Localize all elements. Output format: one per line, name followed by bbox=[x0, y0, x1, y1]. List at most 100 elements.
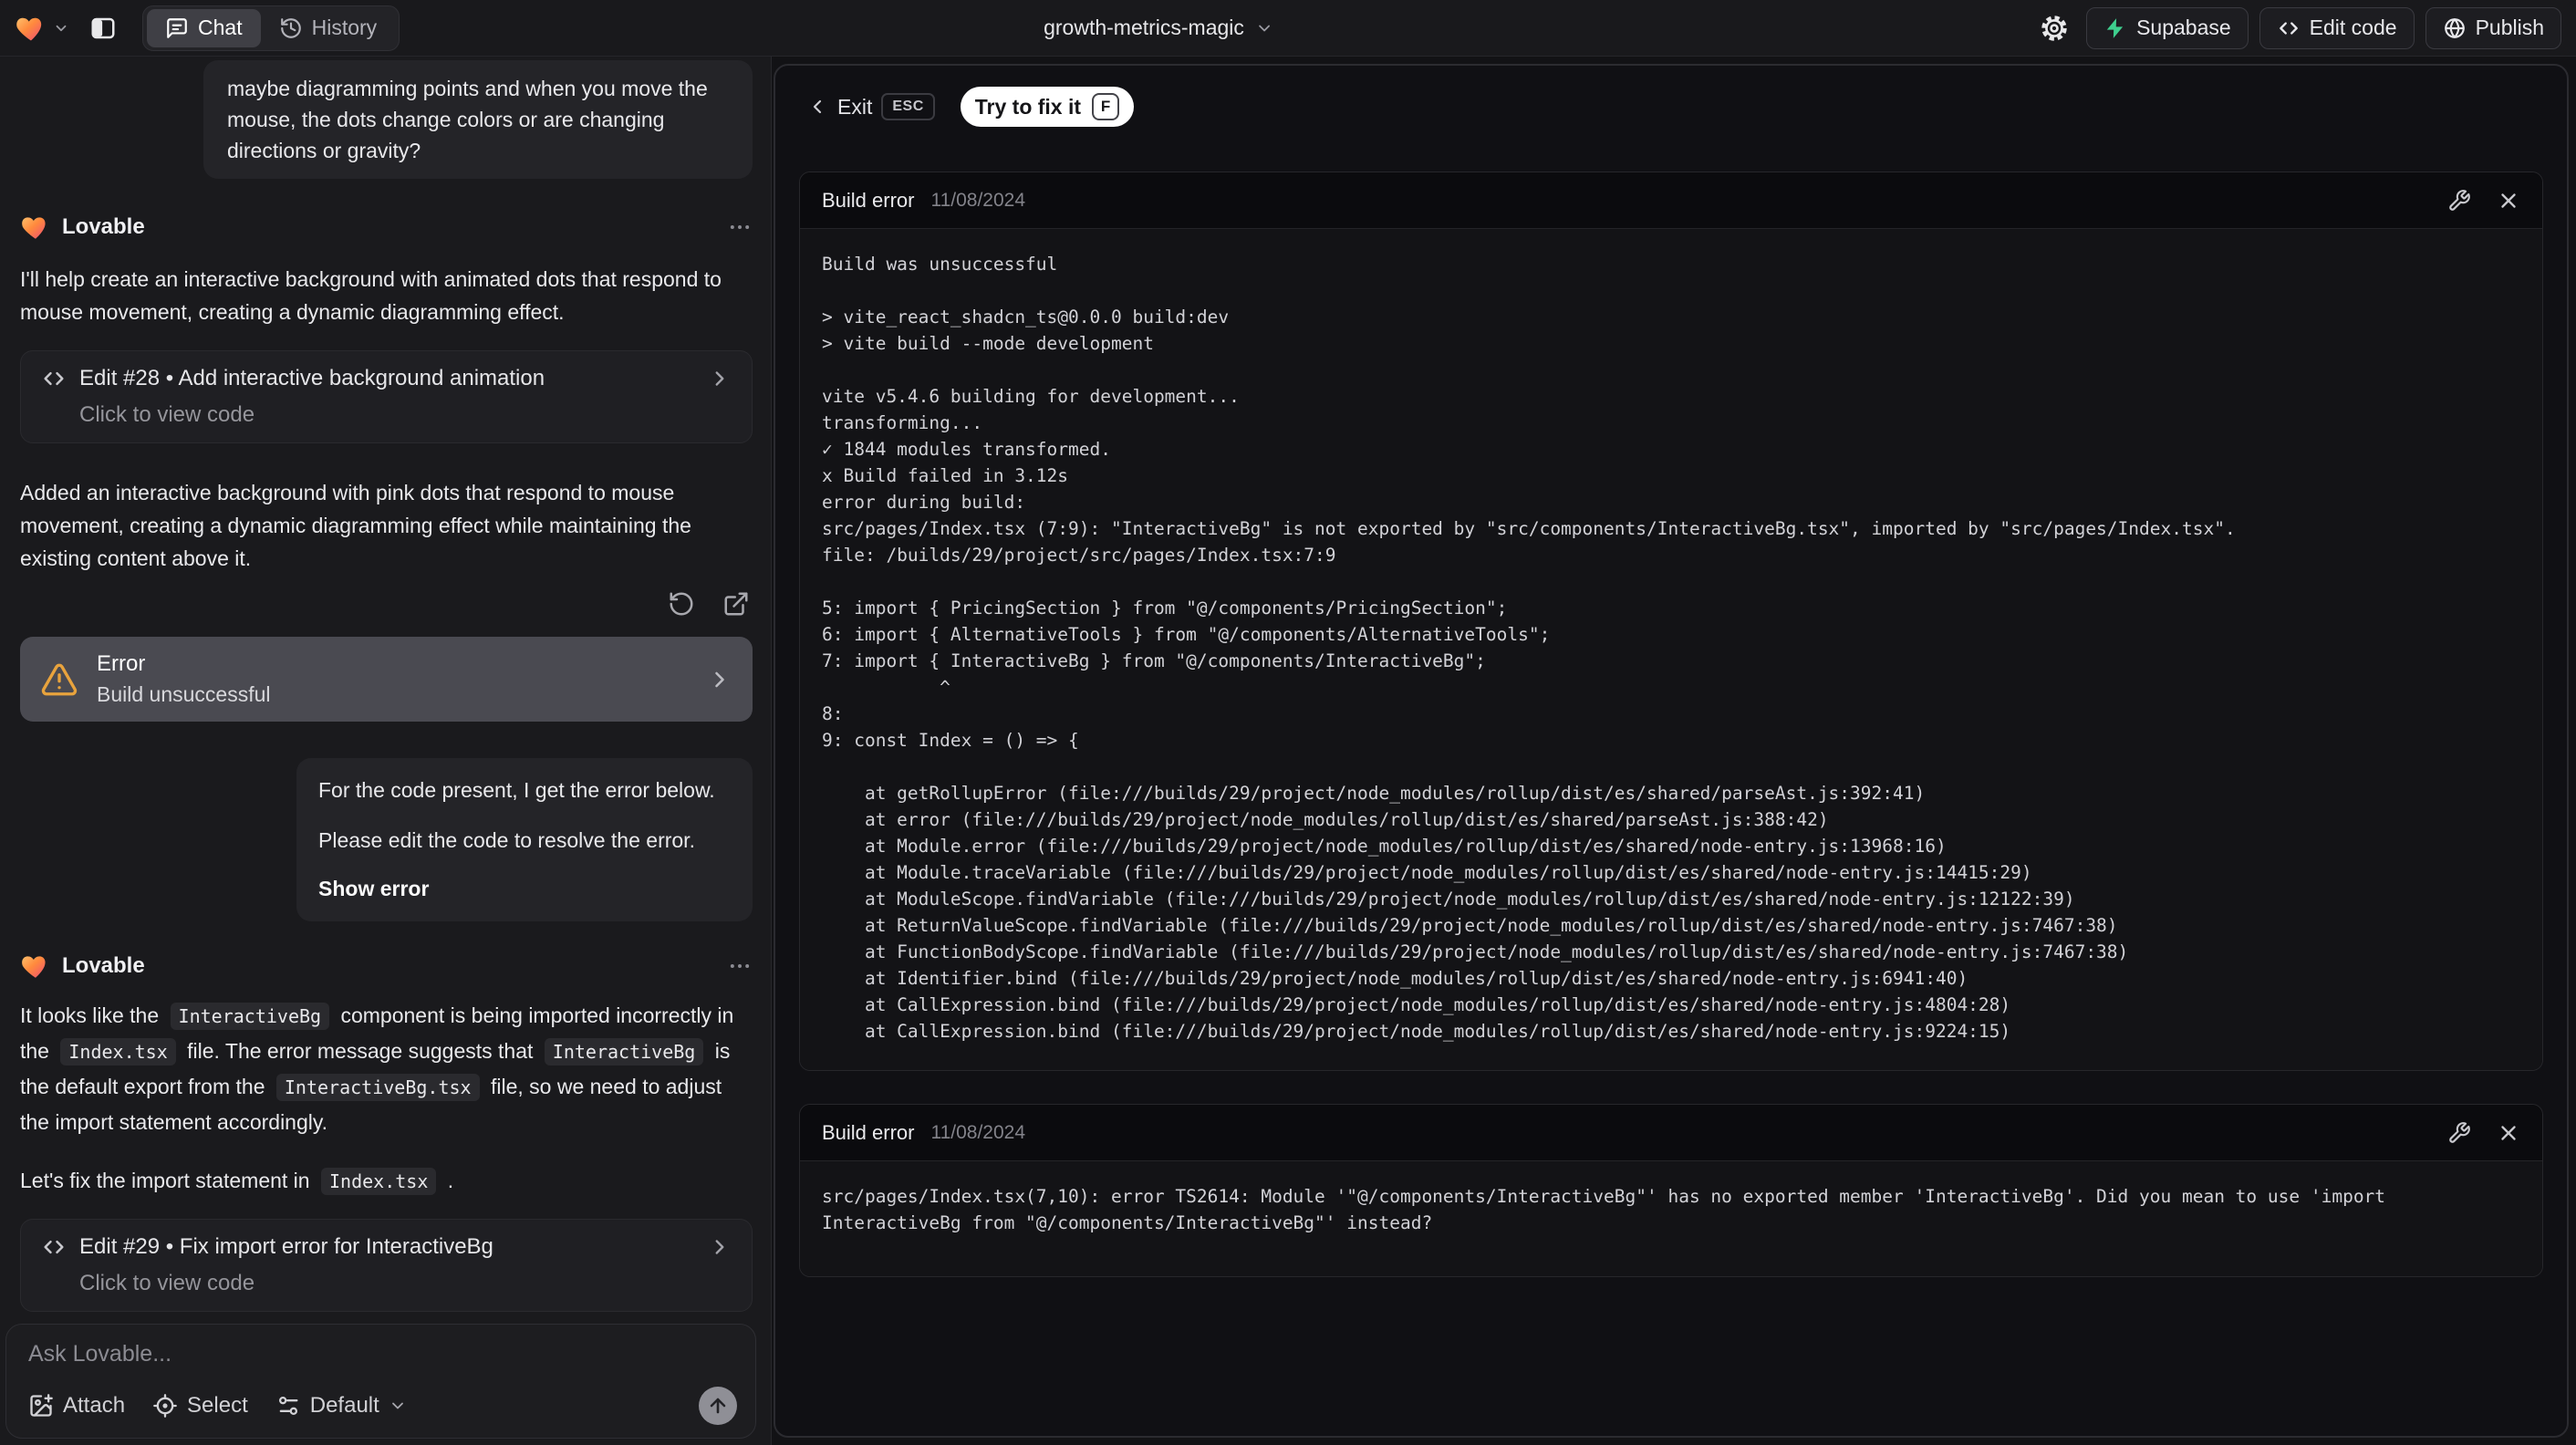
close-icon[interactable] bbox=[2497, 189, 2520, 213]
exit-button[interactable]: Exit ESC bbox=[806, 93, 935, 120]
select-button-label: Select bbox=[187, 1393, 248, 1418]
close-icon[interactable] bbox=[2497, 1121, 2520, 1145]
user-message-text: maybe diagramming points and when you mo… bbox=[227, 77, 708, 162]
tab-chat[interactable]: Chat bbox=[147, 8, 261, 47]
lovable-heart-icon bbox=[15, 12, 47, 45]
chevron-right-icon bbox=[708, 1235, 732, 1259]
assistant-diagnosis-text: It looks like the InteractiveBg componen… bbox=[20, 1003, 734, 1134]
assistant-fix-text: Let's fix the import statement in Index.… bbox=[20, 1163, 753, 1199]
publish-button-label: Publish bbox=[2475, 16, 2544, 39]
user-message: For the code present, I get the error be… bbox=[296, 758, 753, 921]
show-error-link[interactable]: Show error bbox=[318, 875, 731, 903]
supabase-bolt-icon bbox=[2103, 16, 2127, 40]
chat-scroll-area[interactable]: maybe diagramming points and when you mo… bbox=[0, 57, 771, 1312]
exit-button-label: Exit bbox=[837, 94, 873, 119]
build-error-panel: Build error 11/08/2024 Build was unsucce… bbox=[799, 172, 2543, 1071]
edit-code-button-label: Edit code bbox=[2309, 16, 2397, 39]
history-clock-icon bbox=[279, 16, 303, 40]
project-switcher[interactable]: growth-metrics-magic bbox=[1044, 16, 1273, 40]
panel-date: 11/08/2024 bbox=[930, 189, 1026, 211]
chevron-right-icon bbox=[707, 667, 732, 692]
mode-dropdown[interactable]: Default bbox=[275, 1393, 407, 1419]
mode-dropdown-label: Default bbox=[309, 1393, 379, 1418]
build-error-card[interactable]: Error Build unsuccessful bbox=[20, 637, 753, 722]
tab-chat-label: Chat bbox=[198, 16, 243, 39]
panel-date: 11/08/2024 bbox=[930, 1121, 1026, 1143]
chevron-down-icon bbox=[1255, 19, 1273, 37]
project-name: growth-metrics-magic bbox=[1044, 16, 1244, 39]
chat-panel: maybe diagramming points and when you mo… bbox=[0, 57, 772, 1445]
restore-button[interactable] bbox=[665, 587, 698, 620]
arrow-up-icon bbox=[707, 1395, 729, 1417]
image-plus-icon bbox=[28, 1393, 54, 1419]
build-error-panel: Build error 11/08/2024 src/pages/Index.t… bbox=[799, 1104, 2543, 1277]
lovable-logo-menu[interactable] bbox=[15, 12, 69, 45]
edit-code-button[interactable]: Edit code bbox=[2259, 6, 2415, 49]
sliders-icon bbox=[275, 1393, 301, 1419]
inline-code-chip: Index.tsx bbox=[320, 1168, 437, 1195]
target-select-icon bbox=[152, 1393, 178, 1419]
refresh-icon bbox=[668, 590, 695, 618]
user-message: maybe diagramming points and when you mo… bbox=[203, 60, 753, 179]
error-card-subtitle: Build unsuccessful bbox=[97, 682, 271, 706]
supabase-button[interactable]: Supabase bbox=[2086, 6, 2249, 49]
chat-input-box[interactable]: Ask Lovable... Attach Select Default bbox=[5, 1324, 756, 1439]
lovable-heart-icon bbox=[20, 212, 51, 243]
tab-history[interactable]: History bbox=[261, 9, 396, 47]
sidebar-toggle-button[interactable] bbox=[82, 7, 124, 49]
open-external-icon bbox=[722, 590, 750, 618]
preview-error-overlay: Exit ESC Try to fix it F Build error 11/… bbox=[774, 64, 2569, 1438]
user-message-text: Please edit the code to resolve the erro… bbox=[318, 828, 695, 852]
build-error-log[interactable]: src/pages/Index.tsx(7,10): error TS2614:… bbox=[800, 1161, 2542, 1276]
send-button[interactable] bbox=[699, 1387, 737, 1425]
publish-button[interactable]: Publish bbox=[2425, 6, 2561, 49]
wrench-icon[interactable] bbox=[2447, 1121, 2471, 1145]
topbar: Chat History growth-metrics-magic Supaba… bbox=[0, 0, 2576, 57]
build-error-panel-header: Build error 11/08/2024 bbox=[800, 172, 2542, 229]
inline-code-chip: InteractiveBg bbox=[544, 1038, 704, 1066]
settings-button[interactable] bbox=[2033, 7, 2075, 49]
gear-icon bbox=[2040, 14, 2069, 43]
globe-icon bbox=[2443, 16, 2467, 40]
warning-triangle-icon bbox=[40, 660, 78, 699]
build-error-log[interactable]: Build was unsuccessful > vite_react_shad… bbox=[800, 229, 2542, 1070]
assistant-intro-text: I'll help create an interactive backgrou… bbox=[20, 267, 722, 324]
build-log-text: Build was unsuccessful > vite_react_shad… bbox=[822, 254, 2236, 1042]
esc-key-badge: ESC bbox=[881, 93, 935, 120]
tab-history-label: History bbox=[311, 16, 378, 39]
edit-card-subtitle: Click to view code bbox=[79, 402, 255, 427]
chevron-left-icon bbox=[806, 96, 828, 118]
panel-left-icon bbox=[89, 15, 117, 42]
try-to-fix-label: Try to fix it bbox=[974, 94, 1082, 119]
try-to-fix-button[interactable]: Try to fix it F bbox=[960, 87, 1135, 127]
code-icon bbox=[2277, 16, 2301, 40]
build-log-text: src/pages/Index.tsx(7,10): error TS2614:… bbox=[822, 1186, 2386, 1233]
inline-code-chip: Index.tsx bbox=[60, 1038, 176, 1066]
select-element-button[interactable]: Select bbox=[152, 1393, 248, 1419]
overlay-header: Exit ESC Try to fix it F bbox=[806, 86, 2543, 128]
edit-card-29[interactable]: Edit #29 • Fix import error for Interact… bbox=[20, 1219, 753, 1312]
assistant-message-header: Lovable bbox=[20, 210, 753, 244]
edit-card-title: Edit #29 • Fix import error for Interact… bbox=[79, 1234, 493, 1259]
more-horizontal-icon[interactable] bbox=[727, 214, 753, 240]
attach-button[interactable]: Attach bbox=[28, 1393, 125, 1419]
assistant-name: Lovable bbox=[62, 214, 145, 239]
inline-code-chip: InteractiveBg.tsx bbox=[275, 1074, 480, 1101]
user-message-text: For the code present, I get the error be… bbox=[318, 778, 715, 802]
wrench-icon[interactable] bbox=[2447, 189, 2471, 213]
assistant-message-header: Lovable bbox=[20, 949, 753, 983]
build-error-panel-header: Build error 11/08/2024 bbox=[800, 1105, 2542, 1161]
chat-history-switch: Chat History bbox=[142, 5, 400, 51]
f-key-badge: F bbox=[1092, 93, 1120, 120]
open-preview-button[interactable] bbox=[720, 587, 753, 620]
code-icon bbox=[41, 1234, 67, 1260]
attach-button-label: Attach bbox=[63, 1393, 126, 1418]
more-horizontal-icon[interactable] bbox=[727, 953, 753, 979]
chevron-right-icon bbox=[708, 367, 732, 390]
chevron-down-icon bbox=[53, 20, 69, 36]
edit-card-28[interactable]: Edit #28 • Add interactive background an… bbox=[20, 350, 753, 443]
chat-bubble-icon bbox=[165, 16, 189, 40]
lovable-heart-icon bbox=[20, 951, 51, 982]
lovable-app: Chat History growth-metrics-magic Supaba… bbox=[0, 0, 2576, 1445]
supabase-button-label: Supabase bbox=[2136, 16, 2231, 39]
